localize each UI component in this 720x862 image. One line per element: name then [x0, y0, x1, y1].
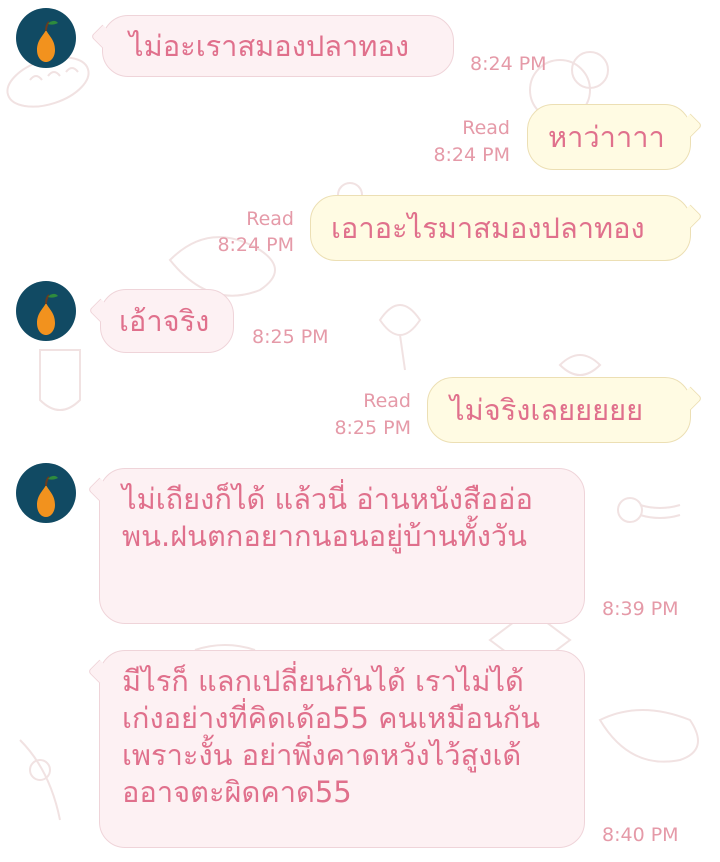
orange-pear-icon: [37, 475, 58, 517]
contact-avatar[interactable]: [16, 281, 76, 341]
message-time: 8:39 PM: [602, 598, 679, 620]
message-time: 8:25 PM: [252, 326, 329, 348]
message-text: มีไรก็ แลกเปลี่ยนกันได้ เราไม่ได้เก่งอย่…: [122, 664, 541, 809]
message-time: 8:25 PM: [334, 417, 411, 439]
read-receipt: Read: [246, 208, 294, 230]
bubble-tail: [87, 659, 112, 684]
incoming-message[interactable]: มีไรก็ แลกเปลี่ยนกันได้ เราไม่ได้เก่งอย่…: [87, 650, 585, 848]
bubble-tail: [87, 477, 112, 502]
contact-avatar[interactable]: [16, 8, 76, 68]
bubble-tail: [90, 24, 115, 49]
incoming-message[interactable]: เอ้าจริง: [88, 289, 234, 353]
message-text: เอาอะไรมาสมองปลาทอง: [331, 211, 645, 245]
contact-avatar[interactable]: [16, 463, 76, 523]
message-time: 8:24 PM: [470, 53, 547, 75]
message-text: ไม่อะเราสมองปลาทอง: [129, 29, 410, 63]
message-text: ไม่จริงเลยยยยย: [450, 393, 644, 427]
orange-pear-icon: [37, 20, 58, 62]
outgoing-message[interactable]: เอาอะไรมาสมองปลาทอง: [310, 195, 703, 261]
incoming-message[interactable]: ไม่อะเราสมองปลาทอง: [90, 15, 454, 77]
message-time: 8:40 PM: [602, 824, 679, 846]
message-time: 8:24 PM: [217, 234, 294, 256]
message-text: หาว่าาาา: [548, 120, 665, 154]
message-time: 8:24 PM: [433, 144, 510, 166]
incoming-message[interactable]: ไม่เถียงก็ได้ แล้วนี่ อ่านหนังสืออ่อ พน.…: [87, 468, 585, 624]
message-text: เอ้าจริง: [119, 304, 210, 338]
read-receipt: Read: [363, 390, 411, 412]
bubble-tail: [88, 298, 113, 323]
message-text: ไม่เถียงก็ได้ แล้วนี่ อ่านหนังสืออ่อ พน.…: [122, 482, 533, 553]
outgoing-message[interactable]: หาว่าาาา: [527, 104, 703, 170]
outgoing-message[interactable]: ไม่จริงเลยยยยย: [427, 377, 703, 443]
read-receipt: Read: [462, 117, 510, 139]
orange-pear-icon: [37, 293, 58, 335]
